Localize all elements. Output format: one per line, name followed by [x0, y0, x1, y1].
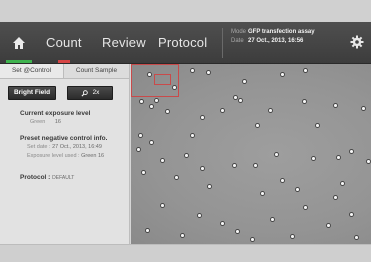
- mode-value: GFP transfection assay: [248, 29, 315, 35]
- cell: [281, 179, 284, 182]
- microscope-image[interactable]: [131, 64, 371, 244]
- cell: [271, 218, 274, 221]
- home-active-indicator: [6, 60, 32, 63]
- cell: [201, 116, 204, 119]
- cell: [327, 224, 330, 227]
- cell: [161, 204, 164, 207]
- cell: [161, 159, 164, 162]
- cell: [341, 182, 344, 185]
- cell: [234, 96, 237, 99]
- cell: [208, 185, 211, 188]
- cell: [185, 154, 188, 157]
- cell: [303, 100, 306, 103]
- cell: [334, 104, 337, 107]
- tab-protocol[interactable]: Protocol: [158, 35, 207, 50]
- home-icon[interactable]: [10, 34, 28, 52]
- cell: [362, 107, 365, 110]
- cell: [275, 153, 278, 156]
- protocol-row: Protocol : DEFAULT: [20, 174, 74, 181]
- cell: [146, 229, 149, 232]
- cell: [254, 164, 257, 167]
- cell: [221, 222, 224, 225]
- count-active-indicator: [58, 60, 70, 63]
- set-date-row: Set date : 27 Oct., 2013, 16:49: [27, 144, 102, 150]
- exposure-value-row: Green 16: [30, 119, 61, 125]
- cell: [137, 148, 140, 151]
- cell: [175, 176, 178, 179]
- bottom-bezel: [0, 244, 371, 262]
- set-date-label: Set date :: [27, 144, 51, 150]
- zoom-button[interactable]: 2x: [67, 86, 113, 100]
- tab-count[interactable]: Count: [46, 35, 82, 50]
- cell: [291, 235, 294, 238]
- cell: [181, 234, 184, 237]
- cell: [139, 134, 142, 137]
- cell: [355, 236, 358, 239]
- cell: [150, 105, 153, 108]
- exposure-used-label: Exposure level used :: [27, 153, 80, 159]
- cell: [236, 230, 239, 233]
- cell: [140, 100, 143, 103]
- cell: [173, 86, 176, 89]
- exposure-channel: Green: [30, 119, 46, 125]
- exposure-used-value: Green 16: [81, 153, 105, 159]
- left-panel: Set @Control Count Sample Bright Field 2…: [0, 64, 130, 244]
- bright-field-button[interactable]: Bright Field: [8, 86, 56, 100]
- cell: [166, 110, 169, 113]
- gear-icon[interactable]: [349, 34, 365, 50]
- set-date-value: 27 Oct., 2013, 16:49: [52, 144, 102, 150]
- protocol-label: Protocol :: [20, 174, 51, 181]
- cell: [350, 213, 353, 216]
- magnifier-icon: [81, 89, 88, 96]
- tab-count-sample[interactable]: Count Sample: [64, 64, 129, 78]
- cell: [269, 109, 272, 112]
- cell: [304, 206, 307, 209]
- zoom-label: 2x: [92, 89, 100, 96]
- cell: [221, 109, 224, 112]
- cell: [201, 167, 204, 170]
- cell: [239, 99, 242, 102]
- region-of-interest-inner: [154, 74, 171, 85]
- exposure-heading: Current exposure level: [20, 110, 91, 117]
- cell: [350, 150, 353, 153]
- mode-label: Mode: [231, 29, 247, 35]
- cell: [155, 99, 158, 102]
- date-label: Date: [231, 38, 244, 44]
- cell: [256, 124, 259, 127]
- exposure-value: 16: [54, 119, 61, 125]
- cell: [281, 73, 284, 76]
- cell: [142, 171, 145, 174]
- cell: [148, 73, 151, 76]
- cell: [304, 69, 307, 72]
- date-value: 27 Oct., 2013, 16:56: [248, 38, 304, 44]
- top-navigation-bar: Count Review Protocol Mode GFP transfecti…: [0, 22, 371, 64]
- cell: [251, 238, 254, 241]
- mode-info: Mode GFP transfection assay Date 27 Oct., …: [222, 28, 337, 58]
- tab-review[interactable]: Review: [102, 35, 146, 50]
- cell: [243, 80, 246, 83]
- cell: [150, 141, 153, 144]
- exposure-used-row: Exposure level used : Green 16: [27, 153, 104, 159]
- cell: [334, 196, 337, 199]
- protocol-value: DEFAULT: [52, 175, 75, 181]
- cell: [367, 160, 370, 163]
- cell: [233, 164, 236, 167]
- cell: [207, 71, 210, 74]
- top-bezel: [0, 0, 371, 22]
- cell: [261, 192, 264, 195]
- sub-tabs: Set @Control Count Sample: [0, 64, 129, 79]
- cell: [191, 69, 194, 72]
- cell: [337, 156, 340, 159]
- cell: [316, 124, 319, 127]
- cell: [191, 134, 194, 137]
- tab-set-control[interactable]: Set @Control: [0, 64, 64, 78]
- cell: [296, 188, 299, 191]
- region-of-interest-frame[interactable]: [131, 64, 179, 97]
- preset-heading: Preset negative control info.: [20, 135, 108, 142]
- cell: [312, 157, 315, 160]
- cell: [198, 214, 201, 217]
